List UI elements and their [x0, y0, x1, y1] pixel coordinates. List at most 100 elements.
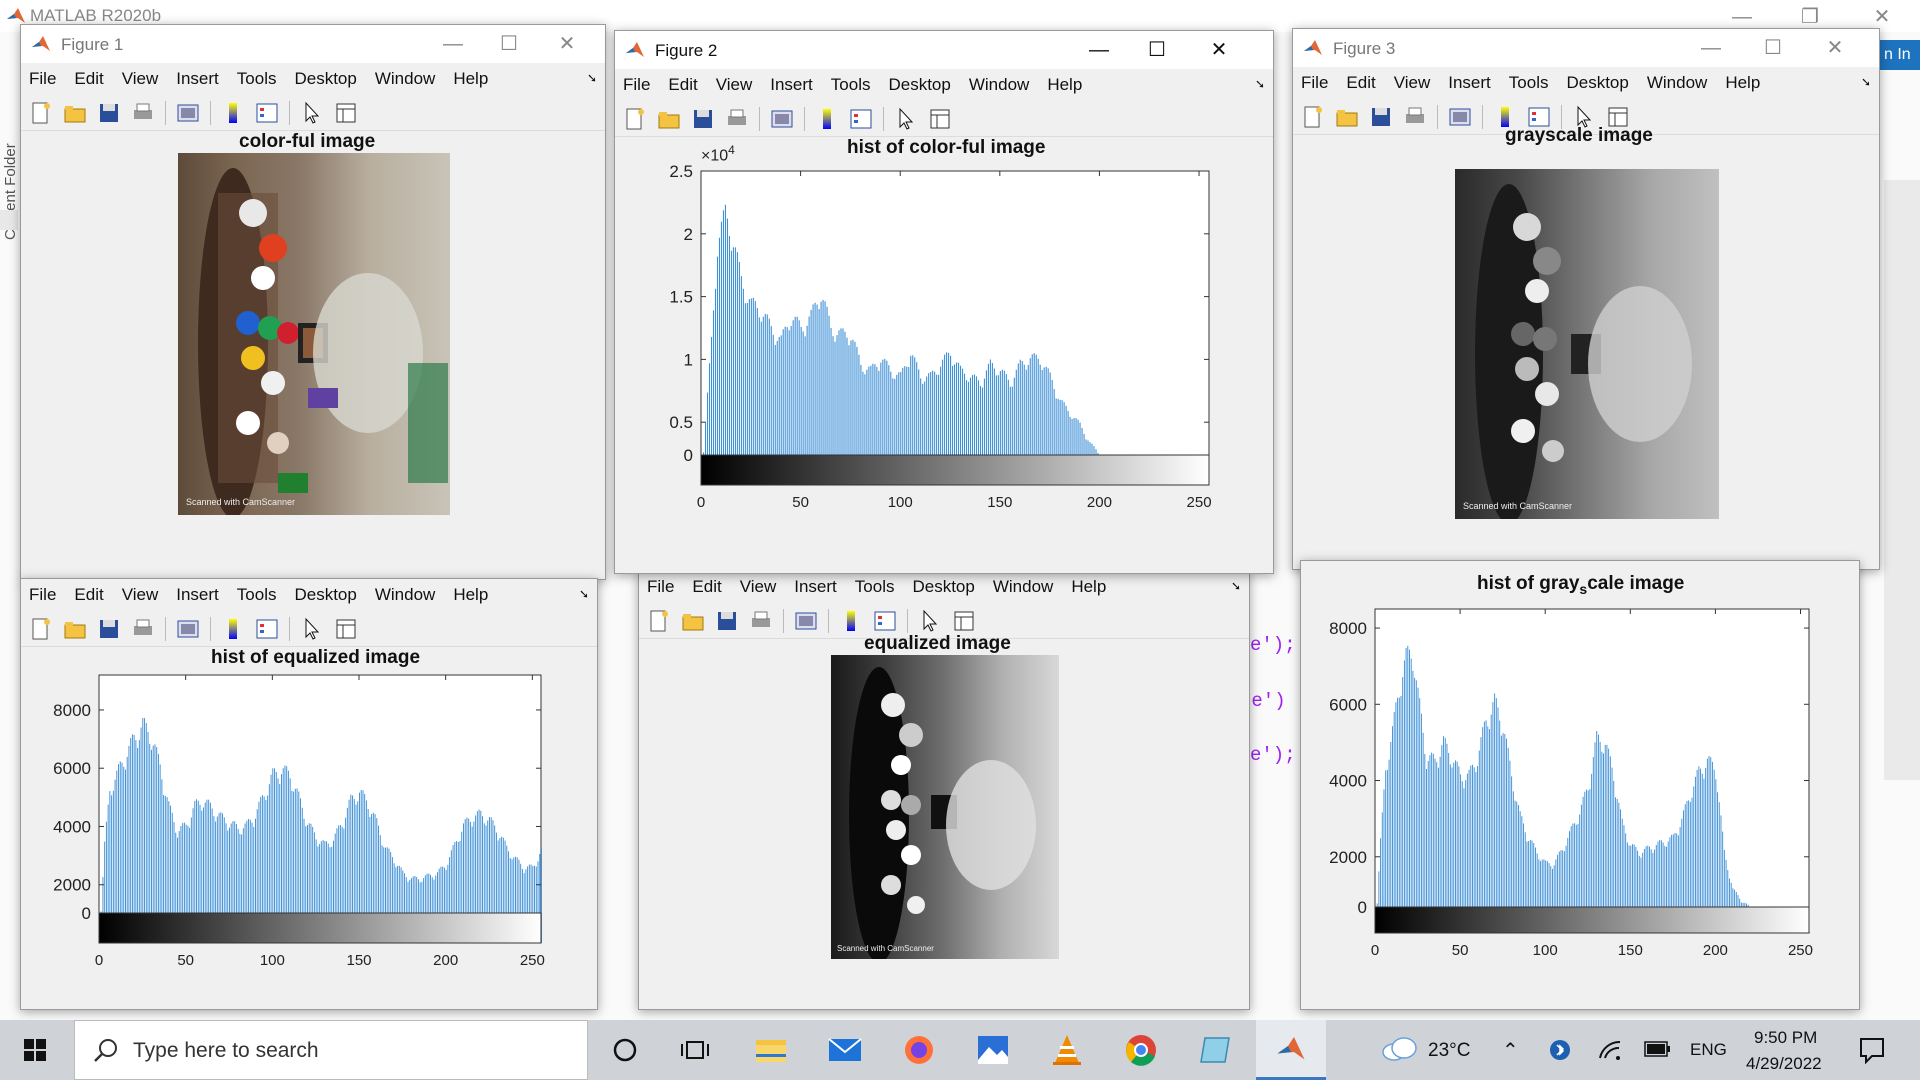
menu-window[interactable]: Window	[993, 577, 1053, 597]
edit-plot-icon[interactable]	[300, 617, 324, 641]
figure-2-window[interactable]: Figure 2 — ☐ ✕ File Edit View Insert Too…	[614, 30, 1274, 574]
menu-edit[interactable]: Edit	[74, 585, 103, 605]
menu-insert[interactable]: Insert	[176, 69, 219, 89]
sign-in-button[interactable]: n In	[1880, 40, 1920, 70]
save-icon[interactable]	[1369, 105, 1393, 129]
save-icon[interactable]	[715, 609, 739, 633]
menu-file[interactable]: File	[647, 577, 674, 597]
save-icon[interactable]	[97, 617, 121, 641]
menu-insert[interactable]: Insert	[176, 585, 219, 605]
menu-desktop[interactable]: Desktop	[1566, 73, 1628, 93]
figure-5-window[interactable]: File Edit View Insert Tools Desktop Wind…	[638, 570, 1250, 1010]
menu-help[interactable]: Help	[453, 585, 488, 605]
mail-icon[interactable]	[810, 1020, 880, 1080]
save-icon[interactable]	[97, 101, 121, 125]
open-file-icon[interactable]	[1335, 105, 1359, 129]
vlc-icon[interactable]	[1032, 1020, 1102, 1080]
figure-4-window[interactable]: File Edit View Insert Tools Desktop Wind…	[20, 578, 598, 1010]
weather-cloud-icon[interactable]	[1380, 1034, 1418, 1062]
menu-edit[interactable]: Edit	[692, 577, 721, 597]
menu-window[interactable]: Window	[1647, 73, 1707, 93]
property-inspector-icon[interactable]	[928, 107, 952, 131]
link-plot-icon[interactable]	[176, 101, 200, 125]
property-inspector-icon[interactable]	[334, 617, 358, 641]
figure-3-window[interactable]: Figure 3 — ☐ ✕ File Edit View Insert Too…	[1292, 28, 1880, 570]
maximize-button[interactable]: ☐	[1129, 31, 1185, 69]
property-inspector-icon[interactable]	[334, 101, 358, 125]
menu-window[interactable]: Window	[969, 75, 1029, 95]
legend-icon[interactable]	[873, 609, 897, 633]
collapse-arrow-icon[interactable]	[0, 210, 18, 230]
new-figure-icon[interactable]	[623, 107, 647, 131]
close-button[interactable]: ✕	[539, 25, 595, 63]
figure-titlebar[interactable]: Figure 3 — ☐ ✕	[1293, 29, 1879, 67]
menu-file[interactable]: File	[29, 585, 56, 605]
open-file-icon[interactable]	[681, 609, 705, 633]
menu-tools[interactable]: Tools	[1509, 73, 1549, 93]
colorbar-icon[interactable]	[815, 107, 839, 131]
menu-tools[interactable]: Tools	[855, 577, 895, 597]
menu-insert[interactable]: Insert	[794, 577, 837, 597]
photos-icon[interactable]	[958, 1020, 1028, 1080]
legend-icon[interactable]	[255, 101, 279, 125]
maximize-button[interactable]: ☐	[481, 25, 537, 63]
minimize-button[interactable]: —	[1071, 31, 1127, 69]
notes-app-icon[interactable]	[1180, 1020, 1250, 1080]
print-icon[interactable]	[131, 617, 155, 641]
menu-edit[interactable]: Edit	[74, 69, 103, 89]
menu-file[interactable]: File	[1301, 73, 1328, 93]
open-file-icon[interactable]	[63, 617, 87, 641]
figure-titlebar[interactable]: Figure 2 — ☐ ✕	[615, 31, 1273, 69]
print-icon[interactable]	[131, 101, 155, 125]
menu-help[interactable]: Help	[453, 69, 488, 89]
figure-titlebar[interactable]: Figure 1 — ☐ ✕	[21, 25, 605, 63]
edit-plot-icon[interactable]	[894, 107, 918, 131]
dock-arrow-icon[interactable]: ➘	[1861, 75, 1871, 89]
menu-window[interactable]: Window	[375, 585, 435, 605]
menu-view[interactable]: View	[1394, 73, 1431, 93]
clock-time[interactable]: 9:50 PM	[1754, 1028, 1817, 1048]
file-explorer-icon[interactable]	[736, 1020, 806, 1080]
save-icon[interactable]	[691, 107, 715, 131]
notification-icon[interactable]	[1858, 1036, 1886, 1064]
edit-plot-icon[interactable]	[918, 609, 942, 633]
link-plot-icon[interactable]	[176, 617, 200, 641]
colorbar-icon[interactable]	[839, 609, 863, 633]
property-inspector-icon[interactable]	[952, 609, 976, 633]
menu-insert[interactable]: Insert	[770, 75, 813, 95]
legend-icon[interactable]	[255, 617, 279, 641]
dock-arrow-icon[interactable]: ➘	[587, 71, 597, 85]
print-icon[interactable]	[725, 107, 749, 131]
bluetooth-icon[interactable]	[1548, 1038, 1572, 1062]
menu-file[interactable]: File	[623, 75, 650, 95]
chrome-icon[interactable]	[1106, 1020, 1176, 1080]
menu-desktop[interactable]: Desktop	[294, 585, 356, 605]
battery-icon[interactable]	[1644, 1040, 1672, 1058]
menu-file[interactable]: File	[29, 69, 56, 89]
new-figure-icon[interactable]	[1301, 105, 1325, 129]
minimize-button[interactable]: —	[1683, 29, 1739, 67]
weather-temperature[interactable]: 23°C	[1428, 1040, 1470, 1062]
firefox-icon[interactable]	[884, 1020, 954, 1080]
menu-view[interactable]: View	[122, 69, 159, 89]
edit-plot-icon[interactable]	[300, 101, 324, 125]
maximize-button[interactable]: ☐	[1745, 29, 1801, 67]
menu-view[interactable]: View	[740, 577, 777, 597]
link-plot-icon[interactable]	[794, 609, 818, 633]
open-file-icon[interactable]	[657, 107, 681, 131]
figure-6-window[interactable]: hist of grayscale image 0 50 100 150 200 250 0…	[1300, 560, 1860, 1010]
menu-desktop[interactable]: Desktop	[912, 577, 974, 597]
menu-view[interactable]: View	[716, 75, 753, 95]
menu-window[interactable]: Window	[375, 69, 435, 89]
dock-arrow-icon[interactable]: ➘	[1255, 77, 1265, 91]
close-button[interactable]: ✕	[1807, 29, 1863, 67]
menu-tools[interactable]: Tools	[237, 69, 277, 89]
colorbar-icon[interactable]	[221, 617, 245, 641]
new-figure-icon[interactable]	[29, 101, 53, 125]
cortana-icon[interactable]	[590, 1020, 660, 1080]
clock-date[interactable]: 4/29/2022	[1746, 1054, 1822, 1074]
menu-edit[interactable]: Edit	[1346, 73, 1375, 93]
menu-help[interactable]: Help	[1047, 75, 1082, 95]
minimize-button[interactable]: —	[425, 25, 481, 63]
new-figure-icon[interactable]	[647, 609, 671, 633]
